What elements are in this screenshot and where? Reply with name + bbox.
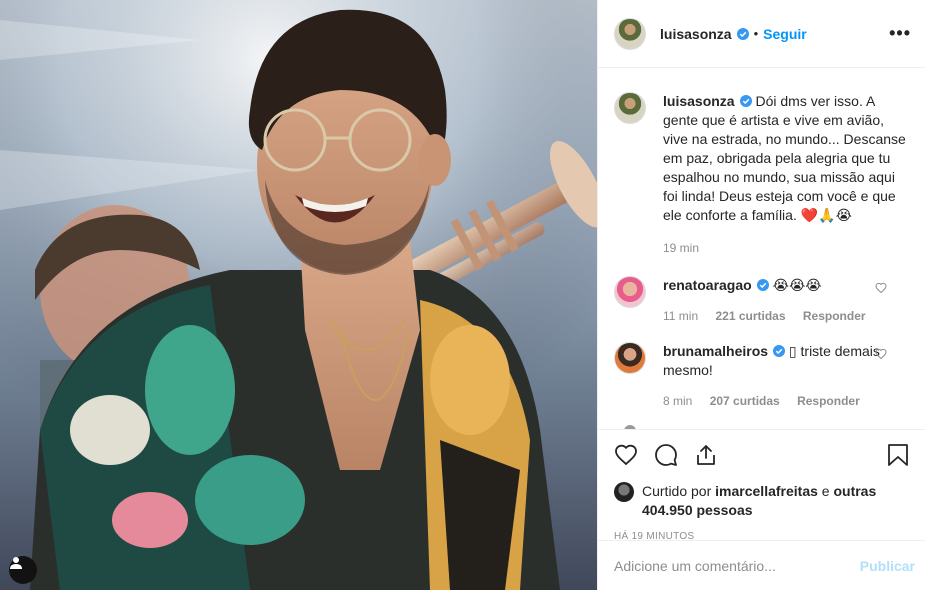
comment-time[interactable]: 11 min (663, 309, 698, 323)
caption-author-username[interactable]: luisasonza (663, 93, 735, 109)
post-actions: Curtido por imarcellafreitas e outras 40… (598, 429, 925, 542)
reply-button[interactable]: Responder (797, 394, 860, 408)
save-bookmark-icon[interactable] (887, 443, 909, 467)
comment-time[interactable]: 8 min (663, 394, 692, 408)
comment-author-avatar[interactable] (614, 276, 646, 308)
comment-item: brunamalheiros ▯ triste demais mesmo! 8 … (614, 342, 909, 411)
caption-content: luisasonza Dói dms ver isso. A gente que… (663, 92, 909, 225)
caption-author-avatar[interactable] (614, 92, 646, 124)
comment-author-username[interactable]: brunamalheiros (663, 343, 768, 359)
comments-list[interactable]: luisasonza Dói dms ver isso. A gente que… (598, 69, 925, 429)
author-username[interactable]: luisasonza (660, 26, 732, 42)
photo-illustration (0, 0, 597, 590)
verified-badge-icon (739, 95, 752, 107)
liked-by-user[interactable]: imarcellafreitas (715, 483, 818, 499)
comment-item: renatoaragao 😭😭😭 11 min 221 curtidas Res… (614, 276, 909, 326)
verified-badge-icon (756, 279, 769, 291)
like-comment-heart-icon[interactable] (875, 282, 887, 294)
caption-meta: 19 min (663, 239, 909, 258)
verified-badge-icon (736, 27, 749, 40)
verified-badge-icon (773, 345, 786, 357)
liked-by-middle: e (821, 483, 830, 499)
share-icon[interactable] (694, 443, 718, 467)
comment-bubble-icon[interactable] (654, 443, 678, 467)
add-comment-bar: Publicar (598, 540, 925, 590)
comment-text: 😭😭😭 (772, 277, 822, 293)
liked-by-avatar[interactable] (614, 482, 634, 502)
comment-likes[interactable]: 221 curtidas (715, 309, 785, 323)
comment-input[interactable] (614, 557, 860, 574)
liked-by: Curtido por imarcellafreitas e outras 40… (614, 482, 909, 520)
comment-content: brunamalheiros ▯ triste demais mesmo! (663, 342, 909, 380)
post-details-panel: luisasonza • Seguir ••• luisasonza Dói d… (597, 0, 925, 590)
post-header: luisasonza • Seguir ••• (598, 0, 925, 68)
follow-button[interactable]: Seguir (763, 26, 807, 42)
caption: luisasonza Dói dms ver isso. A gente que… (614, 92, 909, 258)
caption-time[interactable]: 19 min (663, 241, 699, 255)
comment-likes[interactable]: 207 curtidas (710, 394, 780, 408)
comment-meta: 8 min 207 curtidas Responder (663, 392, 909, 411)
comment-author-avatar[interactable] (614, 342, 646, 374)
comment-content: renatoaragao 😭😭😭 (663, 276, 909, 295)
comment-author-username[interactable]: renatoaragao (663, 277, 752, 293)
action-icons (614, 442, 909, 468)
reply-button[interactable]: Responder (803, 309, 866, 323)
more-options-button[interactable]: ••• (889, 23, 911, 44)
like-heart-icon[interactable] (614, 443, 638, 467)
tagged-user-button[interactable] (9, 556, 37, 584)
caption-text: Dói dms ver isso. A gente que é artista … (663, 93, 906, 223)
header-separator: • (753, 26, 759, 41)
comment-meta: 11 min 221 curtidas Responder (663, 307, 909, 326)
user-icon (10, 557, 22, 569)
liked-by-text: Curtido por imarcellafreitas e outras 40… (642, 482, 909, 520)
liked-by-prefix: Curtido por (642, 483, 712, 499)
like-comment-heart-icon[interactable] (875, 348, 887, 360)
post-photo[interactable] (0, 0, 597, 590)
publish-button[interactable]: Publicar (860, 558, 915, 574)
author-avatar[interactable] (614, 17, 646, 50)
